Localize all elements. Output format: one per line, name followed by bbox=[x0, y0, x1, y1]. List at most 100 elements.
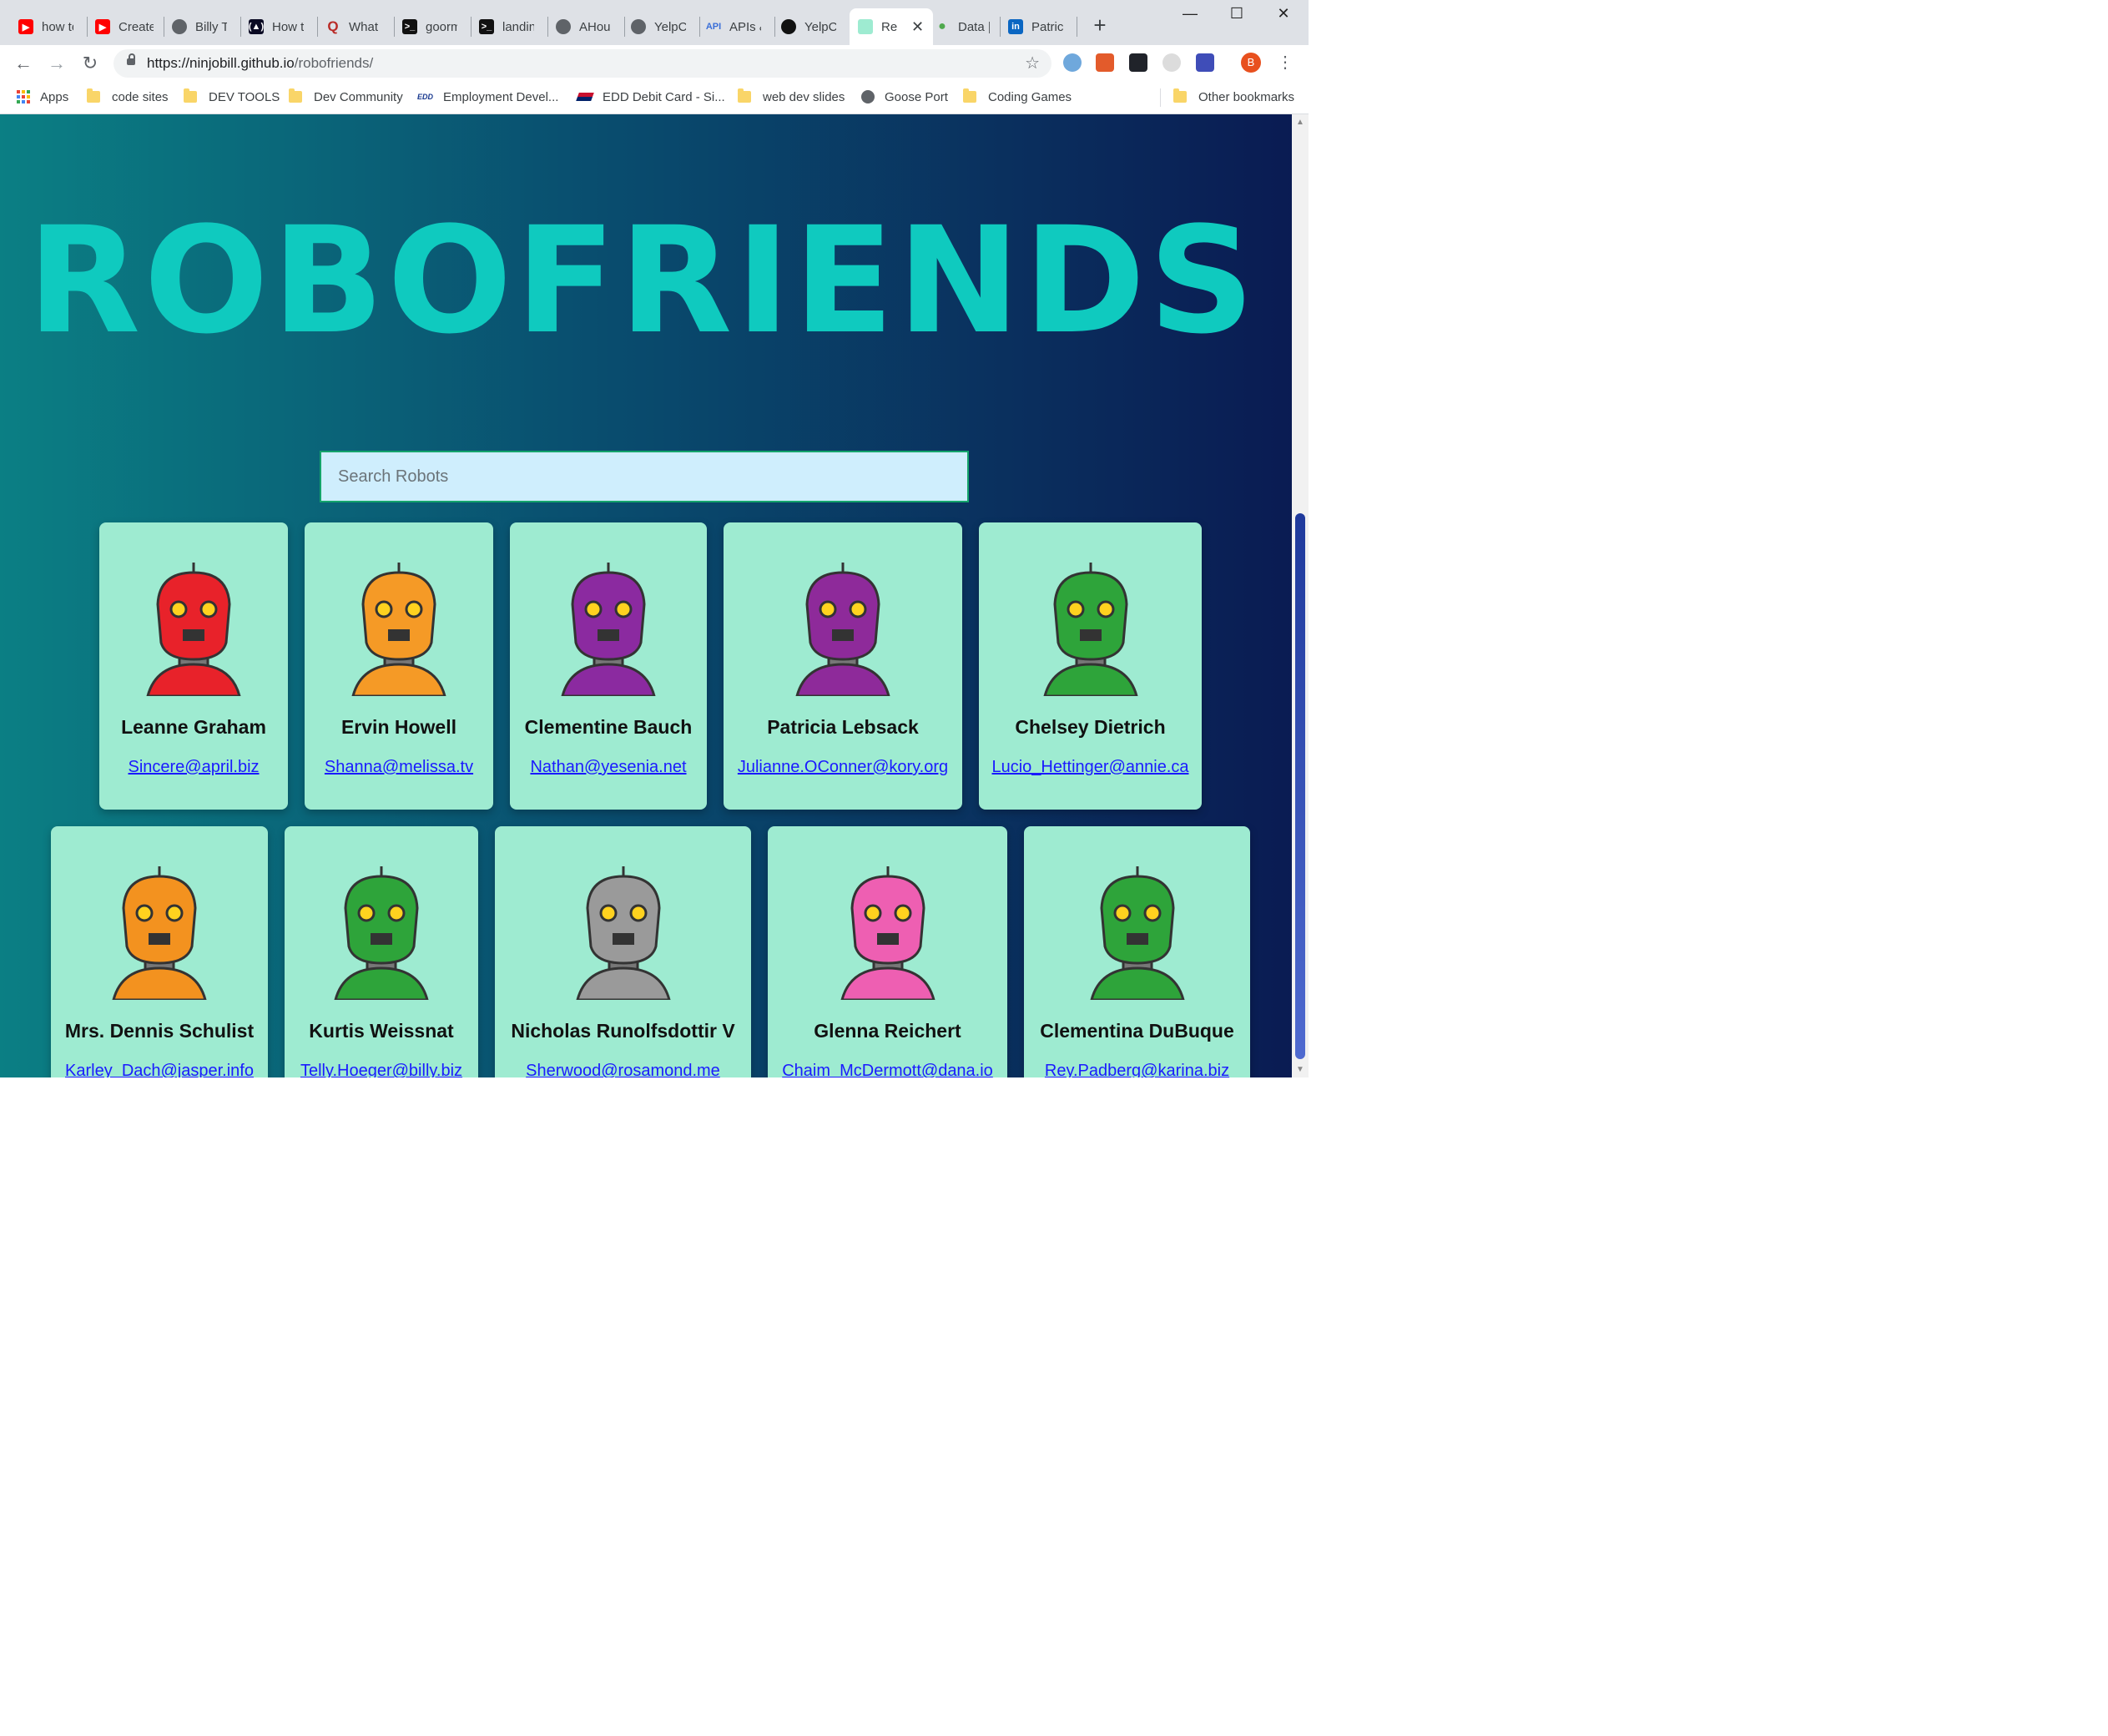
robot-name: Clementine Bauch bbox=[524, 716, 693, 738]
robot-card: Glenna Reichert Chaim_McDermott@dana.io bbox=[768, 826, 1007, 1077]
browser-tab[interactable]: >_ landin bbox=[479, 8, 544, 45]
browser-tab[interactable]: AHous bbox=[556, 8, 621, 45]
robot-name: Nicholas Runolfsdottir V bbox=[511, 1020, 735, 1042]
robot-card: Patricia Lebsack Julianne.OConner@kory.or… bbox=[724, 522, 962, 810]
robot-email-link[interactable]: Julianne.OConner@kory.org bbox=[724, 758, 962, 777]
robot-email-link[interactable]: Lucio_Hettinger@annie.ca bbox=[979, 758, 1202, 777]
bookmark-folder[interactable]: web dev slides bbox=[738, 88, 845, 105]
robot-email-link[interactable]: Rey.Padberg@karina.biz bbox=[1024, 1062, 1250, 1077]
github-icon bbox=[781, 19, 796, 34]
tab-title: Patrick bbox=[1031, 19, 1063, 34]
robot-card: Nicholas Runolfsdottir V Sherwood@rosamon… bbox=[495, 826, 751, 1077]
minimize-icon[interactable]: — bbox=[1173, 5, 1207, 28]
terminal-icon: >_ bbox=[479, 19, 494, 34]
close-window-icon[interactable]: ✕ bbox=[1267, 5, 1300, 28]
url-host: https://ninjobill.github.io bbox=[147, 55, 295, 71]
tab-separator bbox=[87, 17, 88, 37]
tab-title: YelpCa bbox=[654, 19, 686, 34]
robot-email-link[interactable]: Nathan@yesenia.net bbox=[510, 758, 707, 777]
page-viewport: ROBOFRIENDS Leanne Graham Sincere@april.b… bbox=[0, 114, 1309, 1077]
maximize-icon[interactable]: ☐ bbox=[1220, 5, 1253, 28]
robot-avatar bbox=[327, 866, 436, 1002]
bookmark-label: Apps bbox=[40, 89, 69, 104]
tab-separator bbox=[547, 17, 548, 37]
bookmark-folder[interactable]: DEV TOOLS bbox=[184, 88, 280, 105]
bookmark-label: Other bookmarks bbox=[1198, 89, 1295, 104]
api-icon: API bbox=[706, 22, 722, 32]
edd-icon: EDD bbox=[417, 93, 434, 101]
scrollbar[interactable]: ▲ ▼ bbox=[1292, 114, 1309, 1077]
extension-icon[interactable] bbox=[1162, 53, 1181, 72]
bookmark-apps[interactable]: Apps bbox=[17, 88, 68, 105]
browser-tab[interactable]: YelpCa bbox=[631, 8, 696, 45]
robot-avatar bbox=[1083, 866, 1192, 1002]
robot-card: Chelsey Dietrich Lucio_Hettinger@annie.ca bbox=[979, 522, 1202, 810]
tab-title: APIs & bbox=[729, 19, 761, 34]
robot-name: Leanne Graham bbox=[121, 716, 266, 738]
bookmark-folder[interactable]: Coding Games bbox=[963, 88, 1072, 105]
tab-title: Data | bbox=[958, 19, 990, 34]
megaphone-extension-icon[interactable] bbox=[1096, 53, 1114, 72]
extension-icon[interactable] bbox=[1196, 53, 1214, 72]
robot-email-link[interactable]: Karley_Dach@jasper.info bbox=[51, 1062, 268, 1077]
url-text[interactable]: https://ninjobill.github.io/robofriends/ bbox=[147, 55, 373, 72]
folder-icon bbox=[289, 88, 302, 103]
browser-tab[interactable]: Q What a bbox=[325, 8, 391, 45]
robot-avatar bbox=[105, 866, 214, 1002]
browser-tab[interactable]: in Patrick bbox=[1008, 8, 1073, 45]
new-tab-button[interactable]: + bbox=[1088, 13, 1112, 37]
robot-email-link[interactable]: Sincere@april.biz bbox=[99, 758, 288, 777]
robot-card: Clementine Bauch Nathan@yesenia.net bbox=[510, 522, 707, 810]
browser-tab[interactable]: >_ goorm bbox=[402, 8, 467, 45]
robot-name: Chelsey Dietrich bbox=[1015, 716, 1166, 738]
bookmark-folder[interactable]: Dev Community bbox=[289, 88, 403, 105]
bookmark-star-icon[interactable]: ☆ bbox=[1025, 53, 1040, 73]
react-devtools-icon[interactable] bbox=[1129, 53, 1147, 72]
scroll-up-icon[interactable]: ▲ bbox=[1296, 118, 1304, 127]
bookmark-label: Dev Community bbox=[314, 89, 403, 104]
extension-icon[interactable] bbox=[1063, 53, 1082, 72]
bookmark-link[interactable]: EDD Debit Card - Si... bbox=[576, 88, 725, 105]
browser-tab[interactable]: (▲) How to bbox=[249, 8, 314, 45]
browser-tab[interactable]: ▶ how to bbox=[18, 8, 83, 45]
robot-avatar bbox=[834, 866, 942, 1002]
reload-icon[interactable]: ↻ bbox=[78, 52, 102, 75]
bookmark-label: Employment Devel... bbox=[443, 89, 559, 104]
folder-icon bbox=[1173, 88, 1187, 103]
robot-name: Kurtis Weissnat bbox=[309, 1020, 454, 1042]
address-bar[interactable]: https://ninjobill.github.io/robofriends/… bbox=[113, 49, 1051, 78]
tab-title: AHous bbox=[579, 19, 611, 34]
bookmark-label: web dev slides bbox=[763, 89, 845, 104]
browser-tab[interactable]: YelpCa bbox=[781, 8, 846, 45]
browser-tab[interactable]: Billy Tc bbox=[172, 8, 237, 45]
back-icon[interactable]: ← bbox=[12, 52, 35, 75]
bookmark-link[interactable]: EDD Employment Devel... bbox=[417, 88, 558, 105]
bookmark-other[interactable]: Other bookmarks bbox=[1173, 88, 1294, 105]
close-tab-icon[interactable]: ✕ bbox=[911, 18, 924, 36]
browser-tab[interactable]: ▶ Create bbox=[95, 8, 160, 45]
browser-tab-active[interactable]: Re ✕ bbox=[850, 8, 933, 45]
browser-tab[interactable]: ● Data | bbox=[935, 8, 995, 45]
freecodecamp-icon: (▲) bbox=[249, 19, 264, 34]
tab-strip: ▶ how to ▶ Create Billy Tc (▲) How to Q … bbox=[0, 0, 1309, 45]
bookmark-folder[interactable]: code sites bbox=[87, 88, 169, 105]
folder-icon bbox=[184, 88, 197, 103]
bookmark-link[interactable]: Goose Port bbox=[861, 88, 948, 105]
robot-avatar bbox=[1036, 563, 1145, 698]
menu-kebab-icon[interactable]: ⋮ bbox=[1277, 52, 1294, 73]
robot-email-link[interactable]: Telly.Hoeger@billy.biz bbox=[285, 1062, 478, 1077]
search-input[interactable] bbox=[320, 451, 969, 502]
profile-avatar[interactable]: B bbox=[1241, 53, 1261, 73]
bookmarks-bar: Apps code sites DEV TOOLS Dev Community … bbox=[0, 82, 1309, 114]
robot-email-link[interactable]: Sherwood@rosamond.me bbox=[495, 1062, 751, 1077]
browser-tab[interactable]: API APIs & bbox=[706, 8, 771, 45]
linkedin-icon: in bbox=[1008, 19, 1023, 34]
robot-email-link[interactable]: Shanna@melissa.tv bbox=[305, 758, 493, 777]
forward-icon[interactable]: → bbox=[45, 52, 68, 75]
tab-title: Billy Tc bbox=[195, 19, 227, 34]
robot-avatar bbox=[345, 563, 453, 698]
scroll-down-icon[interactable]: ▼ bbox=[1296, 1065, 1304, 1074]
scrollbar-thumb[interactable] bbox=[1295, 513, 1305, 1059]
tab-separator bbox=[394, 17, 395, 37]
robot-email-link[interactable]: Chaim_McDermott@dana.io bbox=[768, 1062, 1007, 1077]
